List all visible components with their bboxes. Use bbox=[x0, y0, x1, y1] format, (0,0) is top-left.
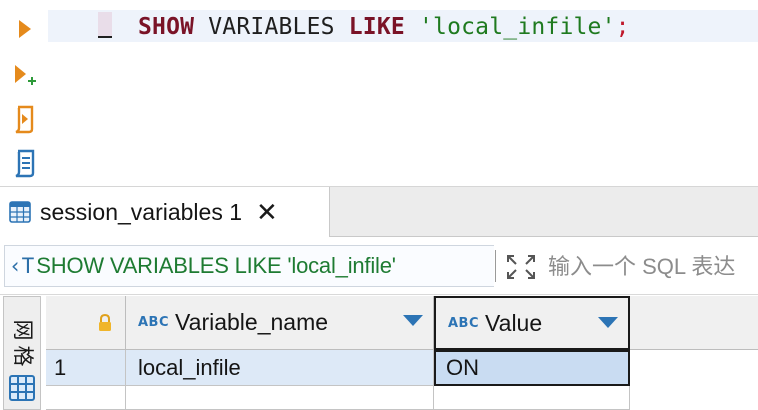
sql-statement[interactable]: SHOW VARIABLES LIKE 'local_infile'; bbox=[138, 12, 630, 42]
statement-terminator: ; bbox=[615, 14, 630, 40]
cell-variable-name[interactable]: local_infile bbox=[126, 350, 434, 386]
grid-view-tab[interactable]: 网 格 bbox=[3, 296, 41, 410]
string-literal: 'local_infile' bbox=[404, 14, 616, 40]
row-filler bbox=[630, 350, 758, 386]
filter-divider bbox=[495, 250, 496, 282]
execute-statement-icon bbox=[19, 20, 31, 38]
grid-view-label-char-1: 网 bbox=[11, 319, 34, 341]
table-row[interactable]: 1 local_infile ON bbox=[46, 350, 758, 386]
text-sql-icon: ‹T bbox=[9, 254, 35, 278]
lock-icon bbox=[99, 313, 111, 331]
execute-in-new-tab-icon bbox=[15, 65, 36, 85]
chevron-down-icon[interactable] bbox=[403, 315, 423, 326]
column-label: Variable_name bbox=[175, 309, 329, 335]
execute-script-icon bbox=[15, 105, 34, 134]
filter-expression-input[interactable] bbox=[548, 251, 758, 283]
tab-label: session_variables 1 bbox=[40, 198, 243, 225]
tab-session-variables[interactable]: session_variables 1 ✕ bbox=[0, 187, 330, 237]
empty-cell bbox=[126, 386, 434, 410]
sql-query-text: SHOW VARIABLES LIKE 'local_infile' bbox=[36, 253, 396, 278]
execute-statement-button[interactable] bbox=[10, 12, 40, 46]
empty-cell bbox=[46, 386, 126, 410]
string-type-icon: ABC bbox=[448, 315, 480, 331]
sql-editor[interactable]: SHOW VARIABLES LIKE 'local_infile'; bbox=[48, 0, 758, 186]
row-number[interactable]: 1 bbox=[46, 350, 126, 386]
cell-value[interactable]: ON bbox=[434, 350, 630, 386]
grid-view-label: 网 格 bbox=[10, 317, 34, 369]
expand-icon[interactable] bbox=[505, 253, 537, 281]
keyword-like: LIKE bbox=[348, 14, 405, 40]
explain-plan-icon bbox=[15, 149, 35, 178]
sql-query-label[interactable]: ‹T SHOW VARIABLES LIKE 'local_infile' bbox=[4, 245, 494, 287]
close-icon[interactable]: ✕ bbox=[256, 199, 278, 225]
grid-view-label-char-2: 格 bbox=[11, 345, 34, 367]
table-icon bbox=[6, 198, 34, 226]
header-filler bbox=[630, 296, 758, 350]
editor-gutter bbox=[0, 0, 48, 186]
explain-plan-button[interactable] bbox=[10, 146, 40, 180]
result-grid[interactable]: ABC Variable_name ABC Value 1 local_infi… bbox=[46, 296, 758, 410]
execute-script-button[interactable] bbox=[10, 102, 40, 136]
empty-row bbox=[46, 386, 758, 410]
row-number-header bbox=[46, 296, 126, 350]
keyword-show: SHOW bbox=[138, 14, 195, 40]
column-header-value[interactable]: ABC Value bbox=[434, 296, 630, 350]
execute-in-new-tab-button[interactable] bbox=[10, 58, 40, 92]
column-header-variable-name[interactable]: ABC Variable_name bbox=[126, 296, 434, 350]
string-type-icon: ABC bbox=[138, 315, 170, 330]
chevron-down-icon[interactable] bbox=[598, 317, 618, 328]
column-label: Value bbox=[485, 309, 543, 336]
result-tab-bar: session_variables 1 ✕ bbox=[0, 187, 758, 237]
text-cursor bbox=[98, 12, 112, 38]
keyword-variables: VARIABLES bbox=[194, 14, 349, 40]
grid-icon bbox=[9, 375, 35, 401]
empty-cell bbox=[434, 386, 630, 410]
filter-bar: ‹T SHOW VARIABLES LIKE 'local_infile' bbox=[0, 237, 758, 295]
